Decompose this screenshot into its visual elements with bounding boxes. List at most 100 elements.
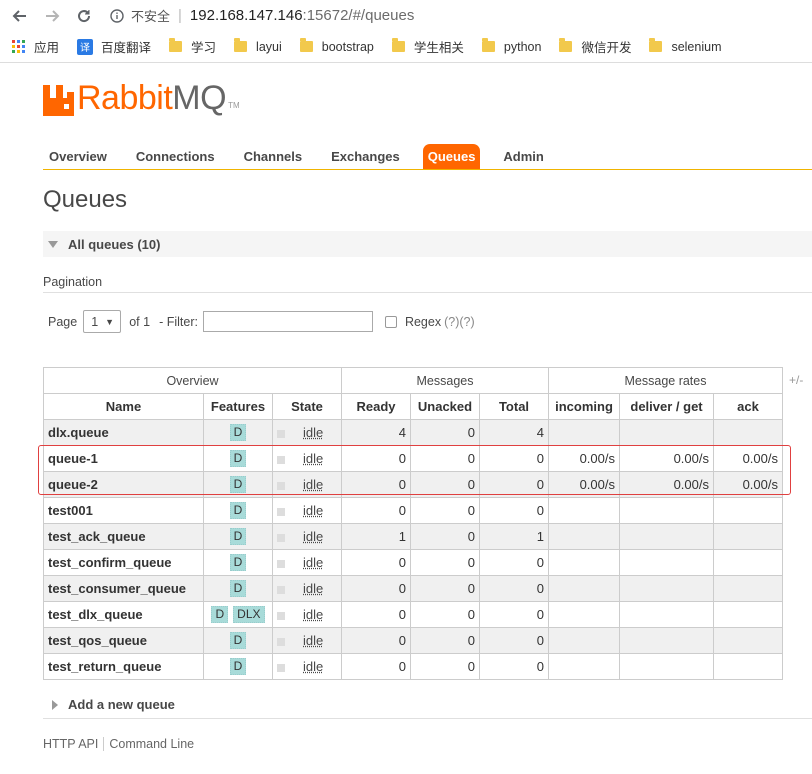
regex-checkbox[interactable] bbox=[384, 315, 397, 328]
back-icon[interactable] bbox=[10, 6, 30, 26]
bookmark-item[interactable]: selenium bbox=[649, 38, 722, 54]
translate-icon: 译 bbox=[77, 38, 94, 55]
incoming-rate bbox=[548, 575, 620, 602]
tab-admin[interactable]: Admin bbox=[497, 144, 549, 169]
address-bar: 不安全 | 192.168.147.146:15672/#/queues bbox=[0, 0, 812, 31]
feature-badge: D bbox=[229, 450, 247, 467]
features-cell: D bbox=[203, 445, 273, 472]
footer-link-http-api[interactable]: HTTP API bbox=[43, 737, 98, 751]
page-label: Page bbox=[48, 314, 78, 329]
total-count: 4 bbox=[479, 419, 549, 446]
state-indicator-icon bbox=[277, 429, 285, 438]
table-row: test001 Didle 0 0 0 bbox=[43, 497, 783, 524]
unacked-count: 0 bbox=[410, 497, 480, 524]
folder-icon bbox=[559, 38, 573, 52]
incoming-rate: 0.00/s bbox=[548, 445, 620, 472]
column-header[interactable]: Name bbox=[43, 393, 204, 420]
state-label: idle bbox=[303, 425, 324, 440]
total-count: 0 bbox=[479, 471, 549, 498]
ack-rate bbox=[713, 575, 783, 602]
column-header[interactable]: deliver / get bbox=[619, 393, 714, 420]
column-toggle-link[interactable]: +/- bbox=[789, 373, 803, 387]
all-queues-toggle[interactable]: All queues (10) bbox=[43, 231, 812, 257]
bookmark-item[interactable]: 译百度翻译 bbox=[77, 37, 151, 56]
queue-name-link[interactable]: queue-2 bbox=[43, 471, 204, 498]
feature-badge: D bbox=[229, 424, 247, 441]
incoming-rate: 0.00/s bbox=[548, 471, 620, 498]
state-indicator-icon bbox=[277, 637, 285, 646]
queue-name-link[interactable]: test_dlx_queue bbox=[43, 601, 204, 628]
bookmark-item[interactable]: 学习 bbox=[169, 37, 216, 56]
column-header[interactable]: State bbox=[272, 393, 342, 420]
total-count: 0 bbox=[479, 653, 549, 680]
features-cell: D bbox=[203, 627, 273, 654]
state-label: idle bbox=[303, 477, 324, 492]
section-title: All queues (10) bbox=[68, 236, 161, 252]
ready-count: 0 bbox=[341, 497, 411, 524]
bookmark-item[interactable]: layui bbox=[234, 38, 282, 54]
reload-icon[interactable] bbox=[74, 6, 94, 26]
bookmark-label: layui bbox=[256, 39, 282, 54]
bookmark-item[interactable]: bootstrap bbox=[299, 38, 374, 54]
queue-name-link[interactable]: queue-1 bbox=[43, 445, 204, 472]
total-count: 0 bbox=[479, 445, 549, 472]
page-select[interactable]: 1 ▼ bbox=[83, 310, 122, 333]
table-row: dlx.queue Didle 4 0 4 bbox=[43, 419, 783, 446]
ack-rate bbox=[713, 523, 783, 550]
column-header[interactable]: ack bbox=[713, 393, 783, 420]
deliver-get-rate: 0.00/s bbox=[619, 445, 714, 472]
queue-name-link[interactable]: dlx.queue bbox=[43, 419, 204, 446]
info-icon bbox=[110, 8, 124, 23]
regex-help-link[interactable]: (?)(?) bbox=[444, 315, 475, 329]
folder-icon bbox=[299, 38, 313, 52]
column-header[interactable]: Total bbox=[479, 393, 549, 420]
bookmark-item[interactable]: 学生相关 bbox=[391, 37, 464, 56]
state-indicator-icon bbox=[277, 533, 285, 542]
queue-name-link[interactable]: test_consumer_queue bbox=[43, 575, 204, 602]
logo-text: RabbitMQ bbox=[77, 79, 227, 117]
tab-connections[interactable]: Connections bbox=[130, 144, 221, 169]
tab-overview[interactable]: Overview bbox=[43, 144, 113, 169]
footer-link-command-line[interactable]: Command Line bbox=[109, 737, 194, 751]
folder-icon bbox=[234, 38, 248, 52]
unacked-count: 0 bbox=[410, 601, 480, 628]
queue-name-link[interactable]: test_ack_queue bbox=[43, 523, 204, 550]
filter-input[interactable] bbox=[202, 311, 373, 332]
state-cell: idle bbox=[272, 497, 342, 524]
column-header[interactable]: incoming bbox=[548, 393, 620, 420]
add-queue-toggle[interactable]: Add a new queue bbox=[52, 697, 175, 712]
features-cell: D bbox=[203, 549, 273, 576]
bookmark-item[interactable]: python bbox=[481, 38, 541, 54]
queue-name-link[interactable]: test001 bbox=[43, 497, 204, 524]
filter-label: - Filter: bbox=[159, 314, 198, 329]
url-bar[interactable]: 不安全 | 192.168.147.146:15672/#/queues bbox=[110, 6, 414, 25]
features-cell: D DLX bbox=[203, 601, 273, 628]
feature-badge: DLX bbox=[233, 606, 265, 623]
queue-name-link[interactable]: test_confirm_queue bbox=[43, 549, 204, 576]
bookmark-item[interactable]: 应用 bbox=[12, 37, 59, 56]
folder-icon bbox=[391, 38, 405, 52]
bookmark-item[interactable]: 微信开发 bbox=[559, 37, 631, 56]
bookmark-label: selenium bbox=[671, 39, 722, 54]
column-header[interactable]: Unacked bbox=[410, 393, 480, 420]
tab-queues[interactable]: Queues bbox=[422, 144, 481, 169]
ready-count: 0 bbox=[341, 471, 411, 498]
column-header[interactable]: Ready bbox=[341, 393, 411, 420]
queue-name-link[interactable]: test_return_queue bbox=[43, 653, 204, 680]
features-cell: D bbox=[203, 653, 273, 680]
state-label: idle bbox=[303, 503, 324, 518]
tab-exchanges[interactable]: Exchanges bbox=[325, 144, 406, 169]
ack-rate bbox=[713, 601, 783, 628]
ack-rate bbox=[713, 653, 783, 680]
ack-rate bbox=[713, 419, 783, 446]
unacked-count: 0 bbox=[410, 575, 480, 602]
forward-icon[interactable] bbox=[42, 6, 62, 26]
table-row: queue-2 Didle 0 0 0 0.00/s 0.00/s 0.00/s bbox=[43, 471, 783, 498]
tab-channels[interactable]: Channels bbox=[238, 144, 309, 169]
divider bbox=[43, 718, 812, 719]
queue-name-link[interactable]: test_qos_queue bbox=[43, 627, 204, 654]
page-of-label: of 1 bbox=[129, 314, 151, 329]
unacked-count: 0 bbox=[410, 471, 480, 498]
rabbitmq-logo[interactable]: RabbitMQ TM bbox=[43, 80, 240, 116]
column-header[interactable]: Features bbox=[203, 393, 273, 420]
